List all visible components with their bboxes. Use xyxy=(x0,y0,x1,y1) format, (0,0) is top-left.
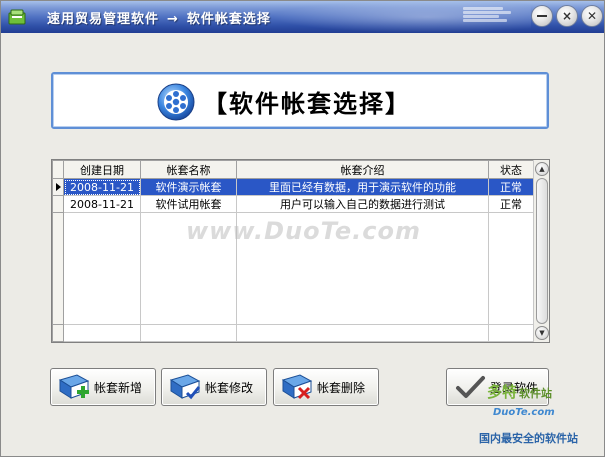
empty-cell xyxy=(488,212,534,325)
book-delete-icon xyxy=(281,374,313,400)
delete-account-set-label: 帐套删除 xyxy=(317,380,366,395)
empty-cell xyxy=(63,324,141,342)
app-icon xyxy=(8,9,26,25)
column-header-name[interactable]: 帐套名称 xyxy=(140,160,237,179)
exit-button[interactable]: ✕ xyxy=(581,5,603,27)
empty-cell xyxy=(140,212,237,325)
cell-date[interactable]: 2008-11-21 xyxy=(63,195,141,213)
app-window: 速用贸易管理软件 → 软件帐套选择 × ✕ 【软件帐套选择】 创建日期 帐套名称… xyxy=(0,0,605,457)
title-bar[interactable]: 速用贸易管理软件 → 软件帐套选择 × ✕ xyxy=(1,1,604,33)
book-edit-icon xyxy=(169,374,201,400)
page-header-banner: 【软件帐套选择】 xyxy=(51,72,549,129)
scroll-up-button[interactable]: ▲ xyxy=(535,162,549,176)
brand-site: DuoTe.com xyxy=(493,407,555,418)
row-indicator xyxy=(52,324,64,342)
minimize-icon xyxy=(537,15,547,17)
empty-cell xyxy=(488,324,534,342)
row-indicator xyxy=(52,195,64,213)
column-header-status[interactable]: 状态 xyxy=(488,160,534,179)
title-app-name: 速用贸易管理软件 xyxy=(47,12,160,27)
title-arrow: → xyxy=(167,12,179,27)
cell-status[interactable]: 正常 xyxy=(488,195,534,213)
cell-description[interactable]: 用户可以输入自己的数据进行测试 xyxy=(236,195,489,213)
row-indicator xyxy=(52,178,64,196)
table-header-row: 创建日期 帐套名称 帐套介绍 状态 xyxy=(52,160,534,179)
empty-cell xyxy=(236,212,489,325)
window-title: 速用贸易管理软件 → 软件帐套选择 xyxy=(47,8,271,27)
current-row-arrow-icon xyxy=(55,182,61,191)
login-label: 登录软件 xyxy=(490,380,539,395)
cell-date[interactable]: 2008-11-21 xyxy=(63,178,141,196)
cell-name[interactable]: 软件演示帐套 xyxy=(140,178,237,196)
vertical-scrollbar[interactable]: ▲ ▼ xyxy=(533,160,549,342)
edit-account-set-label: 帐套修改 xyxy=(205,380,254,395)
account-set-table[interactable]: 创建日期 帐套名称 帐套介绍 状态 2008-11-21 软件演示帐套 里面已经… xyxy=(51,159,550,343)
close-icon: × xyxy=(561,9,573,23)
title-page-name: 软件帐套选择 xyxy=(186,12,271,27)
checkmark-icon xyxy=(456,376,485,398)
page-title: 【软件帐套选择】 xyxy=(203,90,411,118)
account-set-grid: 创建日期 帐套名称 帐套介绍 状态 2008-11-21 软件演示帐套 里面已经… xyxy=(52,160,534,342)
empty-cell xyxy=(236,324,489,342)
minimize-button[interactable] xyxy=(531,5,553,27)
delete-account-set-button[interactable]: 帐套删除 xyxy=(273,368,379,406)
login-button[interactable]: 登录软件 xyxy=(446,368,549,406)
column-header-description[interactable]: 帐套介绍 xyxy=(236,160,489,179)
exit-icon: ✕ xyxy=(586,9,598,23)
row-indicator xyxy=(52,212,64,325)
column-header-date[interactable]: 创建日期 xyxy=(63,160,141,179)
add-account-set-button[interactable]: 帐套新增 xyxy=(50,368,156,406)
close-button[interactable]: × xyxy=(556,5,578,27)
table-row[interactable]: 2008-11-21 软件试用帐套 用户可以输入自己的数据进行测试 正常 xyxy=(52,195,534,213)
empty-cell xyxy=(63,212,141,325)
add-account-set-label: 帐套新增 xyxy=(94,380,143,395)
snowflake-gear-icon xyxy=(157,83,195,121)
book-add-icon xyxy=(58,374,90,399)
table-row[interactable]: 2008-11-21 软件演示帐套 里面已经有数据，用于演示软件的功能 正常 xyxy=(52,178,534,196)
cell-status[interactable]: 正常 xyxy=(488,178,534,196)
table-row xyxy=(52,212,534,325)
scroll-thumb[interactable] xyxy=(536,178,548,324)
edit-account-set-button[interactable]: 帐套修改 xyxy=(161,368,267,406)
row-indicator-header xyxy=(52,160,64,179)
cell-name[interactable]: 软件试用帐套 xyxy=(140,195,237,213)
table-row xyxy=(52,324,534,342)
title-deco-lines xyxy=(463,7,517,23)
empty-cell xyxy=(140,324,237,342)
cell-description[interactable]: 里面已经有数据，用于演示软件的功能 xyxy=(236,178,489,196)
scroll-down-button[interactable]: ▼ xyxy=(535,326,549,340)
brand-slogan: 国内最安全的软件站 xyxy=(479,432,578,445)
